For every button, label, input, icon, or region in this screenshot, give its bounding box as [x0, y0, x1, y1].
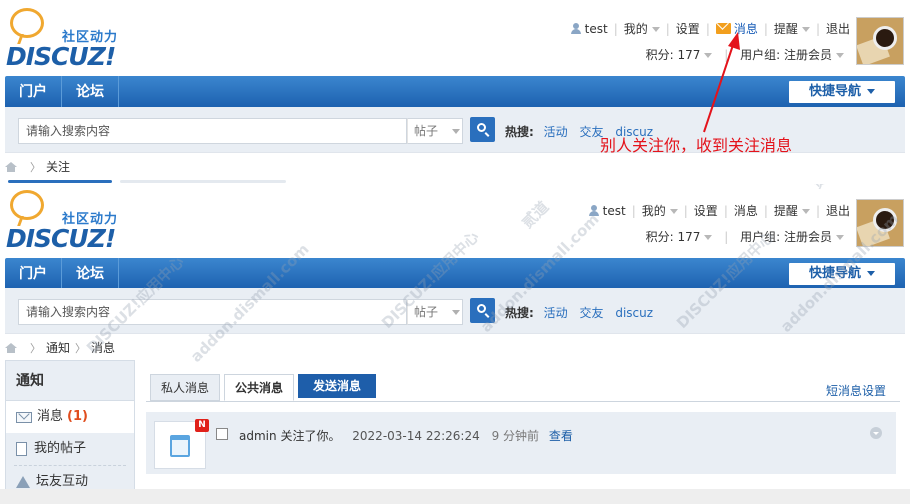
- messages-link[interactable]: 消息: [734, 202, 758, 219]
- hot-search-label: 热搜:: [505, 125, 534, 139]
- breadcrumb-item[interactable]: 通知: [46, 339, 70, 356]
- app-thumbnail: N: [154, 419, 209, 469]
- hot-term[interactable]: 活动: [544, 125, 568, 139]
- unread-count: (1): [67, 409, 88, 424]
- message-content: 关注了你。: [280, 429, 341, 443]
- username-link[interactable]: test: [603, 204, 626, 218]
- hot-term[interactable]: discuz: [615, 306, 653, 320]
- message-user-link[interactable]: admin: [239, 429, 277, 443]
- search-icon: [477, 123, 486, 132]
- sidebar-title: 通知: [6, 361, 134, 401]
- logo-wordmark: DISCUZ!: [6, 42, 116, 71]
- logout-link[interactable]: 退出: [826, 202, 850, 219]
- avatar[interactable]: [856, 17, 904, 65]
- username-link[interactable]: test: [585, 22, 608, 36]
- chevron-down-icon: [452, 129, 461, 134]
- chevron-down-icon: [801, 209, 810, 214]
- tab-private-messages[interactable]: 私人消息: [150, 374, 221, 401]
- annotation-arrow: [703, 32, 740, 133]
- settings-link[interactable]: 设置: [694, 202, 718, 219]
- logo-wordmark: DISCUZ!: [6, 224, 116, 253]
- view-link[interactable]: 查看: [549, 429, 573, 443]
- mail-icon: [16, 411, 32, 423]
- nav-item-portal[interactable]: 门户: [5, 76, 62, 109]
- logo-bubble-icon: [10, 8, 44, 38]
- points-menu[interactable]: 积分: 177: [646, 230, 713, 244]
- nav-item-forum[interactable]: 论坛: [62, 258, 119, 291]
- chevron-down-icon: [452, 310, 461, 315]
- logo-bubble-icon: [10, 190, 44, 220]
- watermark: 贰道: [518, 197, 553, 232]
- user-icon: [570, 23, 581, 34]
- usergroup-menu[interactable]: 用户组: 注册会员: [740, 48, 844, 62]
- message-checkbox[interactable]: [216, 428, 228, 440]
- reminders-menu[interactable]: 提醒: [774, 20, 810, 37]
- hot-term[interactable]: 活动: [544, 306, 568, 320]
- message-tabs: 私人消息 公共消息 发送消息: [150, 374, 380, 402]
- message-item: N admin 关注了你。 2022-03-14 22:26:24 9 分钟前 …: [146, 412, 896, 474]
- search-type-select[interactable]: 帖子: [407, 118, 463, 144]
- document-icon: [16, 442, 27, 456]
- logout-link[interactable]: 退出: [826, 20, 850, 37]
- breadcrumb-item[interactable]: 关注: [46, 158, 70, 175]
- screenshot-top: 社区动力 DISCUZ! test | 我的 | 设置 | 消息 | 提醒 | …: [0, 0, 910, 184]
- message-datetime: 2022-03-14 22:26:24: [352, 429, 480, 443]
- chevron-down-icon: [867, 271, 875, 276]
- discuz-logo[interactable]: 社区动力 DISCUZ!: [6, 190, 146, 253]
- screenshot-bottom: 社区动力 DISCUZ! test | 我的 | 设置 | 消息 | 提醒 | …: [0, 184, 910, 504]
- tab-public-messages[interactable]: 公共消息: [224, 374, 295, 401]
- nav-item-portal[interactable]: 门户: [5, 258, 62, 291]
- hot-search: 热搜: 活动 交友 discuz: [505, 304, 661, 321]
- breadcrumb: 〉 关注: [5, 158, 70, 175]
- watermark: 贰道: [807, 184, 843, 193]
- bottom-strip: [0, 489, 910, 504]
- tab-indicator: [8, 180, 112, 183]
- home-icon[interactable]: [5, 342, 17, 353]
- search-icon: [477, 304, 486, 313]
- message-ago: 9 分钟前: [491, 429, 540, 443]
- send-message-button[interactable]: 发送消息: [298, 374, 377, 398]
- search-button[interactable]: [470, 117, 495, 142]
- new-badge: N: [195, 419, 209, 432]
- my-menu[interactable]: 我的: [642, 202, 678, 219]
- annotation-text: 别人关注你，收到关注消息: [600, 136, 793, 155]
- sidebar-item-my-posts[interactable]: 我的帖子: [6, 433, 134, 465]
- home-icon[interactable]: [5, 161, 17, 172]
- chevron-down-icon: [836, 235, 844, 240]
- chevron-down-icon: [836, 53, 844, 58]
- sidebar-item-messages[interactable]: 消息 (1): [6, 401, 134, 433]
- user-stats: 积分: 177 | 用户组: 注册会员: [646, 228, 844, 245]
- chevron-down-icon: [867, 89, 875, 94]
- short-message-settings-link[interactable]: 短消息设置: [826, 382, 886, 399]
- chevron-down-icon: [651, 27, 660, 32]
- chevron-down-icon: [704, 235, 713, 240]
- triangle-icon: [16, 476, 30, 488]
- message-text: admin 关注了你。 2022-03-14 22:26:24 9 分钟前 查看: [239, 427, 573, 444]
- notification-sidebar: 通知 消息 (1) 我的帖子 坛友互动: [5, 360, 135, 504]
- search-input[interactable]: 请输入搜索内容: [18, 118, 407, 144]
- tab-indicator-inactive: [120, 180, 286, 183]
- user-toolbar: test | 我的 | 设置 | 消息 | 提醒 | 退出: [588, 202, 850, 219]
- app-icon: [170, 435, 190, 457]
- reminders-menu[interactable]: 提醒: [774, 202, 810, 219]
- my-menu[interactable]: 我的: [624, 20, 660, 37]
- main-nav: 门户 论坛 快捷导航: [5, 76, 905, 109]
- chevron-down-icon: [669, 209, 678, 214]
- quick-nav-button[interactable]: 快捷导航: [789, 81, 895, 103]
- chevron-down-icon: [801, 27, 810, 32]
- hot-term[interactable]: 交友: [579, 306, 603, 320]
- message-menu-icon[interactable]: [870, 427, 882, 439]
- discuz-logo[interactable]: 社区动力 DISCUZ!: [6, 8, 146, 71]
- search-input[interactable]: 请输入搜索内容: [18, 299, 407, 325]
- nav-item-forum[interactable]: 论坛: [62, 76, 119, 109]
